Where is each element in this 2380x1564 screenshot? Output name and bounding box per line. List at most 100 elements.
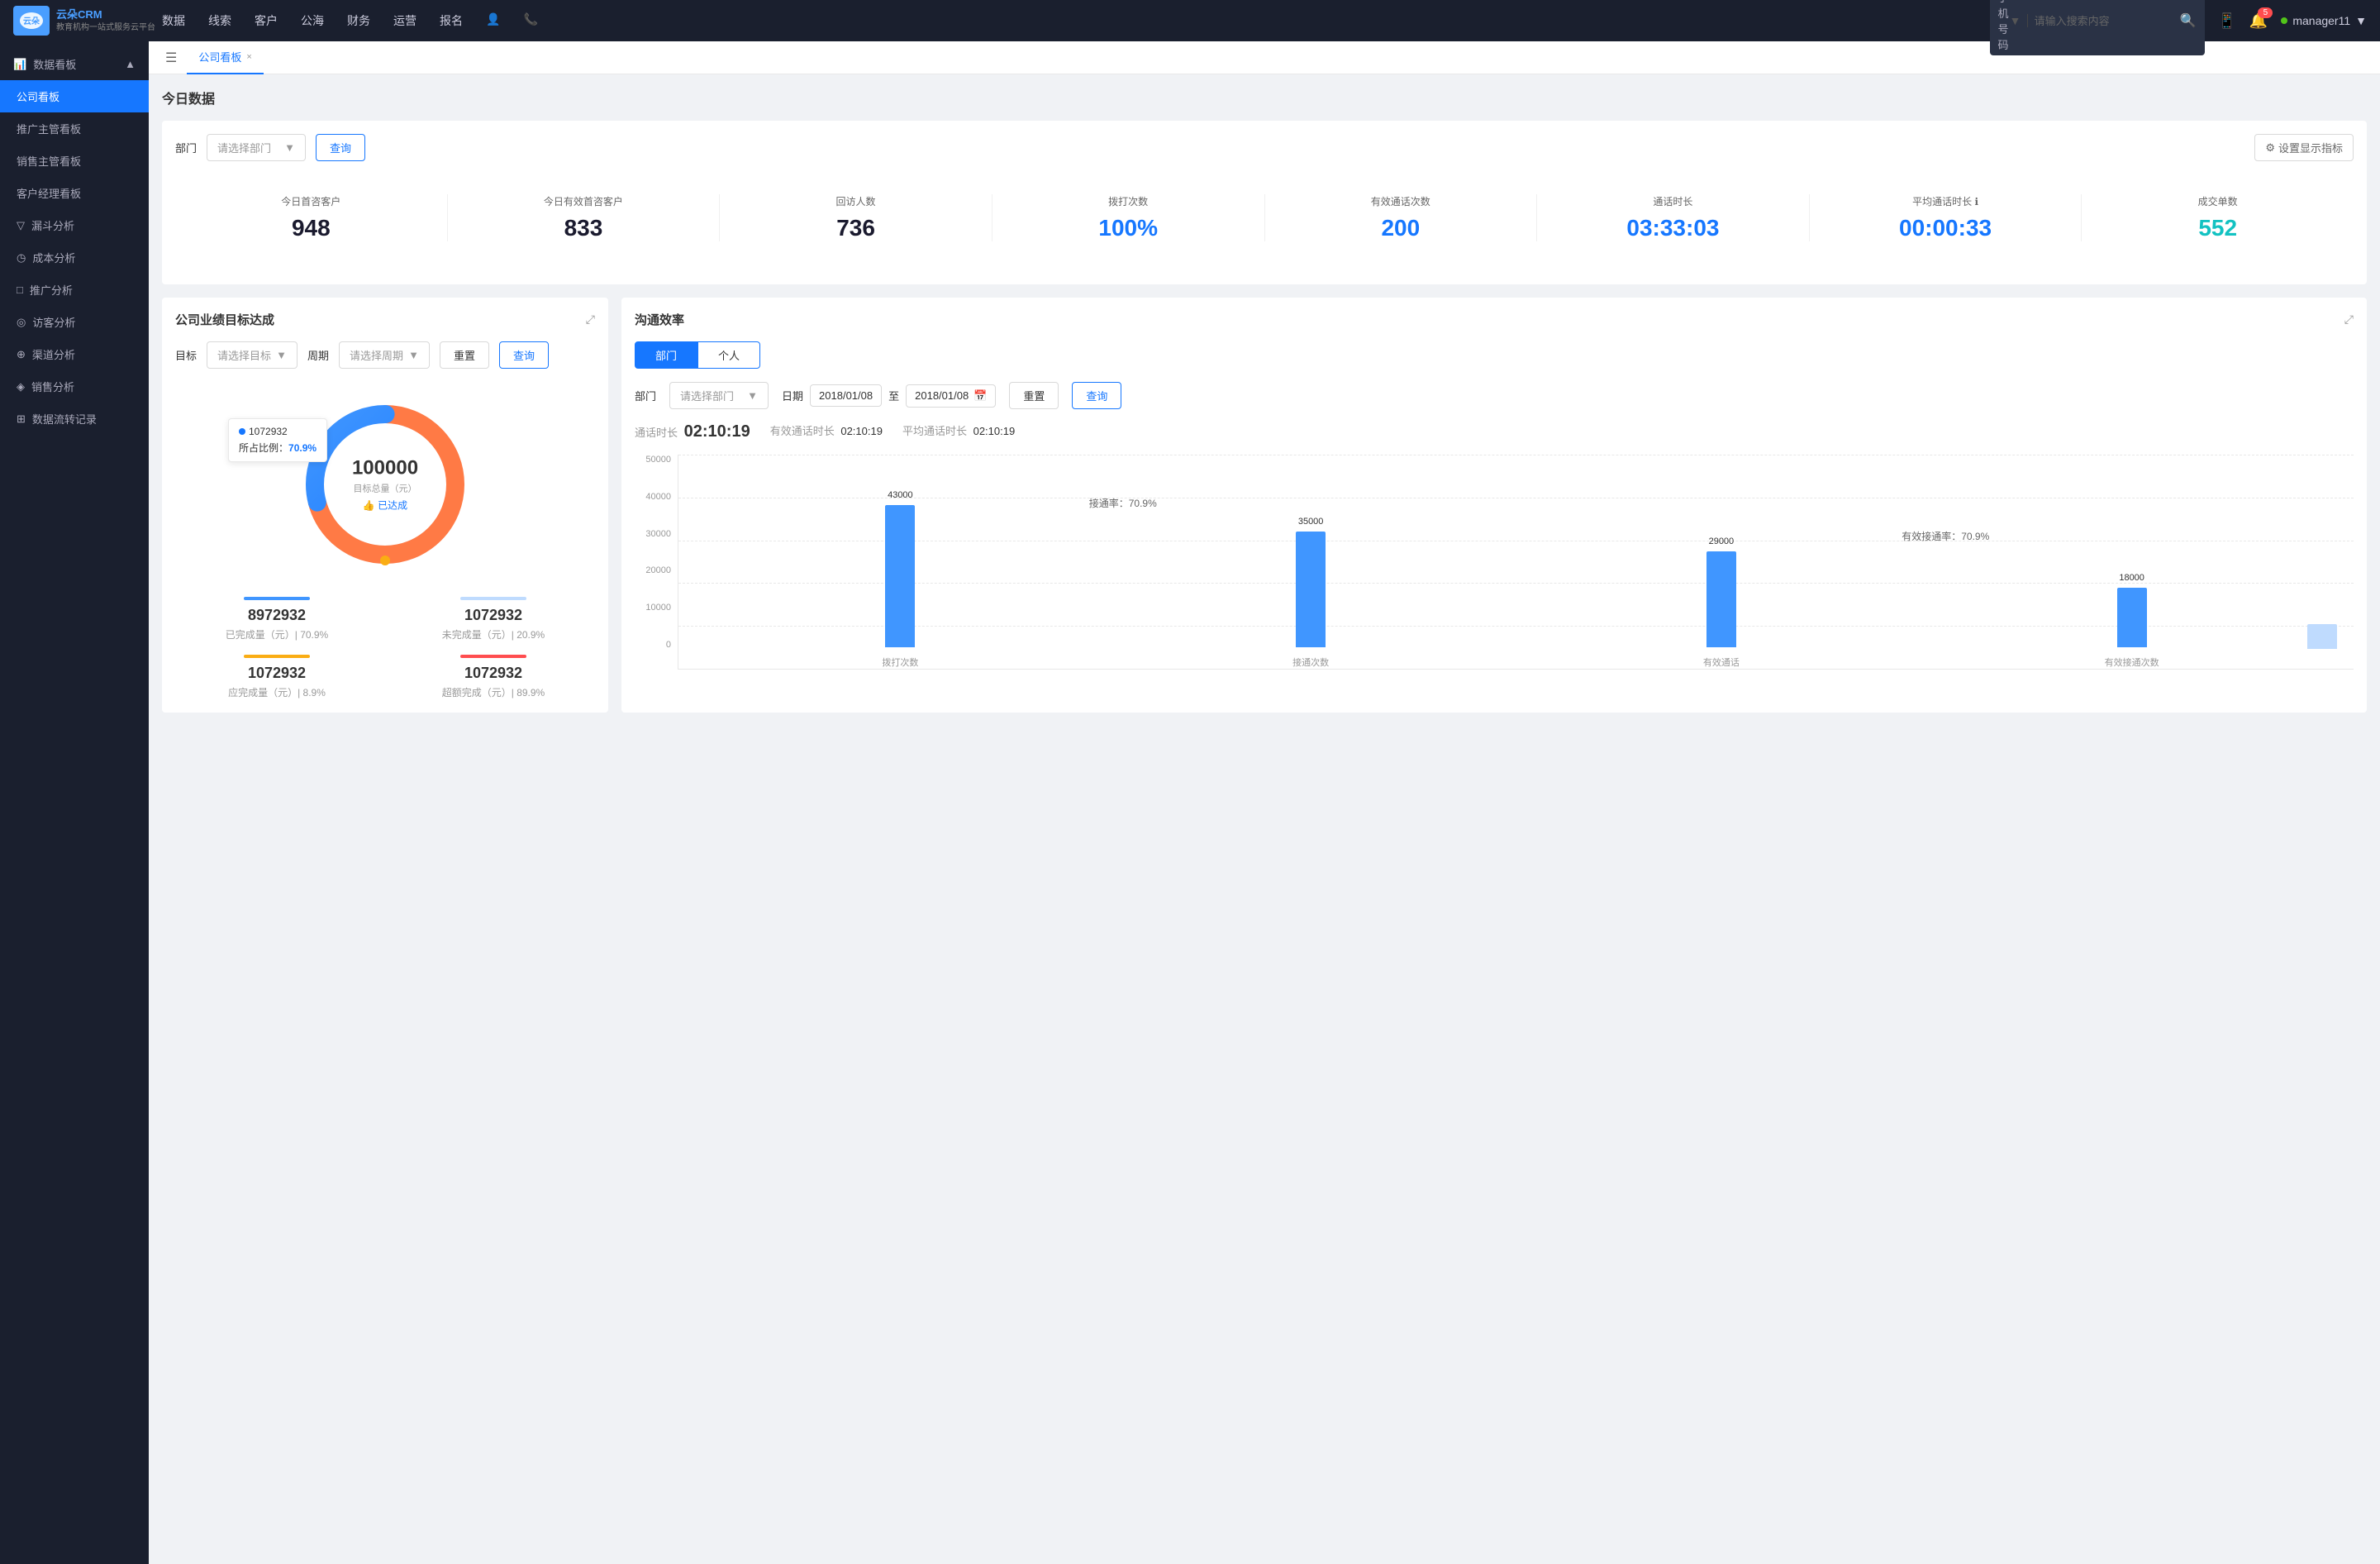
goal-select[interactable]: 请选择目标 ▼ <box>207 341 298 369</box>
period-select[interactable]: 请选择周期 ▼ <box>339 341 430 369</box>
channel-icon: ⊕ <box>17 348 26 361</box>
online-dot <box>2281 17 2287 24</box>
search-button[interactable]: 🔍 <box>2180 12 2197 29</box>
sidebar-item-channel[interactable]: ⊕ 渠道分析 <box>0 338 149 370</box>
comm-tab-dept[interactable]: 部门 <box>635 341 697 369</box>
stat-deals-value: 552 <box>2095 215 2340 241</box>
goal-query-btn[interactable]: 查询 <box>499 341 549 369</box>
tab-close-icon[interactable]: × <box>246 52 251 62</box>
donut-subtitle: 目标总量（元） <box>352 482 418 495</box>
bar-value-29000: 29000 <box>1709 536 1735 546</box>
stat-should-value: 1072932 <box>175 665 378 682</box>
dept-select-placeholder: 请选择部门 <box>217 140 271 155</box>
stat-effective-consult: 今日有效首咨客户 833 <box>448 194 721 241</box>
stat-first-consult: 今日首咨客户 948 <box>175 194 448 241</box>
comm-stats: 通话时长 02:10:19 有效通话时长 02:10:19 平均通话时长 02:… <box>635 422 2354 441</box>
y-label-30000: 30000 <box>635 529 671 539</box>
comm-dept-select[interactable]: 请选择部门 ▼ <box>669 382 769 409</box>
avg-stat: 平均通话时长 02:10:19 <box>902 422 1015 441</box>
sidebar-section-title: 数据看板 <box>33 56 76 72</box>
funnel-icon: ▽ <box>17 219 25 232</box>
goal-label: 目标 <box>175 347 197 363</box>
nav-register[interactable]: 报名 <box>440 9 463 32</box>
sidebar-section-header[interactable]: 📊 数据看板 ▲ <box>0 48 149 80</box>
date-end-box[interactable]: 2018/01/08 📅 <box>906 384 996 408</box>
donut-value: 100000 <box>352 457 418 480</box>
goal-reset-btn[interactable]: 重置 <box>440 341 489 369</box>
sidebar-item-sales[interactable]: ◈ 销售分析 <box>0 370 149 403</box>
tablet-icon[interactable]: 📱 <box>2218 12 2236 30</box>
stat-dial-label: 拨打次数 <box>1006 194 1251 208</box>
date-end: 2018/01/08 <box>915 389 969 402</box>
sidebar-item-label: 渠道分析 <box>32 346 75 362</box>
bar-connect-main <box>1296 532 1326 647</box>
sidebar-item-flow[interactable]: ⊞ 数据流转记录 <box>0 403 149 435</box>
nav-finance[interactable]: 财务 <box>347 9 370 32</box>
stat-avg-duration-value: 00:00:33 <box>1823 215 2068 241</box>
notification-icon[interactable]: 🔔 5 <box>2249 12 2268 30</box>
sidebar: 📊 数据看板 ▲ 公司看板 推广主管看板 销售主管看板 客户经理看板 ▽ 漏斗分… <box>0 41 149 1564</box>
tooltip-dot <box>239 428 245 435</box>
nav-customer[interactable]: 客户 <box>255 9 278 32</box>
comm-reset-btn[interactable]: 重置 <box>1009 382 1059 409</box>
today-stats-row: 今日首咨客户 948 今日有效首咨客户 833 回访人数 736 拨打次数 10… <box>175 178 2354 258</box>
sales-icon: ◈ <box>17 380 25 393</box>
sidebar-item-visitor[interactable]: ◎ 访客分析 <box>0 306 149 338</box>
comm-expand-icon[interactable]: ⤢ <box>2344 312 2354 327</box>
nav-phone-icon[interactable]: 📞 <box>523 9 537 32</box>
sidebar-item-label: 推广分析 <box>30 282 73 298</box>
stat-exceed-label: 超额完成（元）| 89.9% <box>392 685 595 699</box>
user-dropdown-icon[interactable]: ▼ <box>2355 14 2367 27</box>
stat-call-duration: 通话时长 03:33:03 <box>1537 194 1810 241</box>
settings-btn[interactable]: ⚙ 设置显示指标 <box>2254 134 2354 161</box>
date-range: 日期 2018/01/08 至 2018/01/08 📅 <box>782 384 996 408</box>
stat-card-exceed: 1072932 超额完成（元）| 89.9% <box>392 655 595 699</box>
bar-value-18000: 18000 <box>2119 573 2144 583</box>
nav-operations[interactable]: 运营 <box>393 9 416 32</box>
bar-label-effective-connect: 有效接通次数 <box>2105 656 2159 669</box>
sidebar-item-promotion[interactable]: □ 推广分析 <box>0 274 149 306</box>
goal-expand-icon[interactable]: ⤢ <box>586 312 595 327</box>
nav-items: 数据 线索 客户 公海 财务 运营 报名 👤 📞 <box>162 9 1990 32</box>
stat-effective-calls: 有效通话次数 200 <box>1265 194 1538 241</box>
logo-icon: 云朵 <box>13 6 50 36</box>
donut-chart-area: 1072932 所占比例：70.9% <box>175 385 595 584</box>
y-label-40000: 40000 <box>635 492 671 502</box>
nav-data[interactable]: 数据 <box>162 9 185 32</box>
logo: 云朵 云朵CRM 教育机构一站式服务云平台 <box>13 6 162 36</box>
sidebar-section-icon: 📊 <box>13 58 26 71</box>
today-query-btn[interactable]: 查询 <box>316 134 365 161</box>
avg-label: 平均通话时长 <box>902 425 967 437</box>
tab-label: 公司看板 <box>198 49 241 64</box>
tab-company[interactable]: 公司看板 × <box>187 41 263 74</box>
menu-toggle-icon[interactable]: ☰ <box>165 50 177 66</box>
sidebar-item-sales-manager[interactable]: 销售主管看板 <box>0 145 149 177</box>
stat-bar-exceed <box>460 655 526 658</box>
stat-first-consult-value: 948 <box>188 215 434 241</box>
stat-call-duration-label: 通话时长 <box>1550 194 1796 208</box>
effective-connect-rate-label: 有效接通率：70.9% <box>1902 529 1989 543</box>
sidebar-collapse-icon[interactable]: ▲ <box>125 58 136 70</box>
comm-query-btn[interactable]: 查询 <box>1072 382 1121 409</box>
effective-stat: 有效通话时长 02:10:19 <box>770 422 883 441</box>
sidebar-item-customer-manager[interactable]: 客户经理看板 <box>0 177 149 209</box>
search-type[interactable]: 手机号码 <box>1998 0 2010 52</box>
dept-select[interactable]: 请选择部门 ▼ <box>207 134 306 161</box>
promotion-icon: □ <box>17 284 23 296</box>
stat-avg-duration-label: 平均通话时长 ℹ <box>1823 194 2068 208</box>
comm-tab-person[interactable]: 个人 <box>697 341 760 369</box>
stat-card-should: 1072932 应完成量（元）| 8.9% <box>175 655 378 699</box>
nav-leads[interactable]: 线索 <box>208 9 231 32</box>
nav-public[interactable]: 公海 <box>301 9 324 32</box>
date-start-box[interactable]: 2018/01/08 <box>810 384 882 407</box>
bar-group-dial: 43000 拨打次数 <box>695 455 1106 669</box>
sidebar-item-funnel[interactable]: ▽ 漏斗分析 <box>0 209 149 241</box>
sidebar-item-promotion-manager[interactable]: 推广主管看板 <box>0 112 149 145</box>
sidebar-item-cost[interactable]: ◷ 成本分析 <box>0 241 149 274</box>
nav-person-icon[interactable]: 👤 <box>486 9 500 32</box>
stat-revisit-value: 736 <box>733 215 978 241</box>
user-info[interactable]: manager11 ▼ <box>2281 14 2367 27</box>
sidebar-item-company[interactable]: 公司看板 <box>0 80 149 112</box>
sidebar-item-label: 销售主管看板 <box>17 153 81 169</box>
search-input[interactable] <box>2035 15 2180 27</box>
